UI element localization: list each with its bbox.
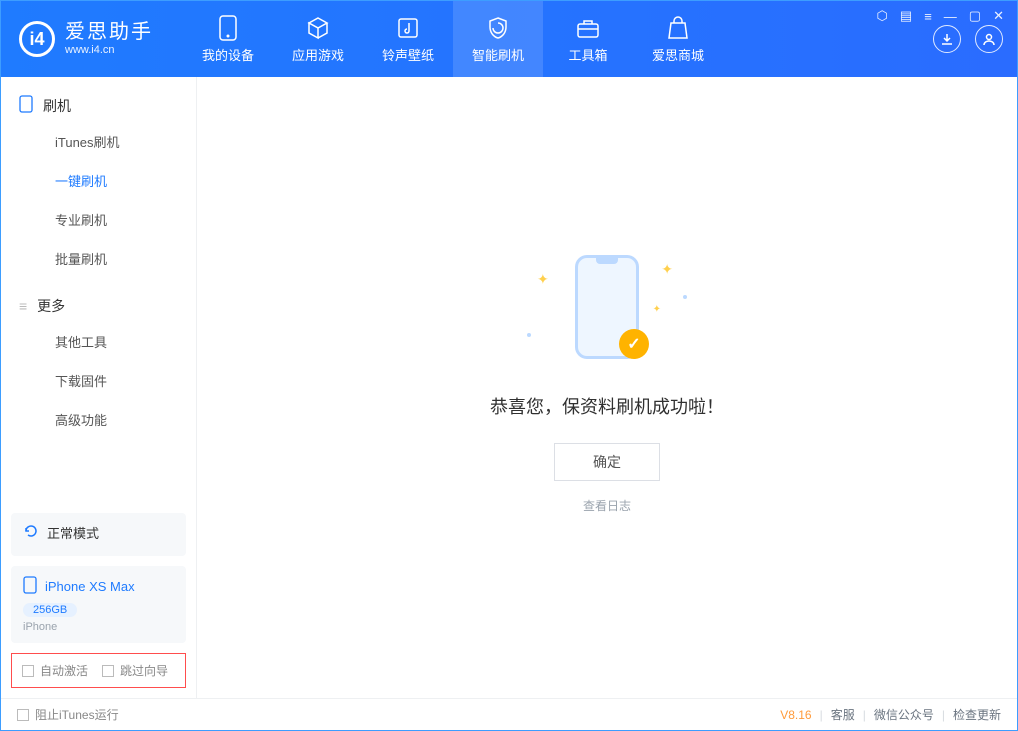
phone-icon — [19, 95, 33, 116]
window-controls: ⬡ ▤ ≡ — ▢ ✕ — [877, 8, 1004, 24]
highlighted-options: 自动激活 跳过向导 — [11, 653, 186, 688]
ok-button[interactable]: 确定 — [554, 443, 660, 481]
footer-link-support[interactable]: 客服 — [831, 706, 855, 723]
account-button[interactable] — [975, 25, 1003, 53]
download-button[interactable] — [933, 25, 961, 53]
view-log-link[interactable]: 查看日志 — [583, 497, 631, 514]
main-content: ✦ ✦ ✦ ✓ 恭喜您，保资料刷机成功啦！ 确定 查看日志 — [197, 77, 1017, 698]
more-icon: ≡ — [19, 298, 27, 314]
check-badge-icon: ✓ — [619, 329, 649, 359]
success-message: 恭喜您，保资料刷机成功啦！ — [490, 393, 724, 419]
success-illustration: ✦ ✦ ✦ ✓ — [527, 247, 687, 367]
list-icon[interactable]: ▤ — [900, 8, 912, 24]
sidebar: 刷机 iTunes刷机 一键刷机 专业刷机 批量刷机 ≡ 更多 其他工具 下载固… — [1, 77, 197, 698]
mode-label: 正常模式 — [47, 523, 99, 542]
sparkle-icon: ✦ — [661, 261, 673, 278]
sidebar-item-advanced[interactable]: 高级功能 — [1, 400, 196, 439]
app-logo: i4 爱思助手 www.i4.cn — [19, 21, 153, 57]
nav-device[interactable]: 我的设备 — [183, 1, 273, 77]
menu-icon[interactable]: ≡ — [924, 9, 932, 24]
shirt-icon[interactable]: ⬡ — [877, 8, 888, 24]
logo-icon: i4 — [19, 21, 55, 57]
sidebar-section-flash: 刷机 — [1, 95, 196, 122]
toolbox-icon — [575, 15, 601, 41]
cube-icon — [305, 15, 331, 41]
device-icon — [215, 15, 241, 41]
checkbox-skip-guide[interactable]: 跳过向导 — [102, 662, 168, 679]
title-bar: ⬡ ▤ ≡ — ▢ ✕ i4 爱思助手 www.i4.cn 我的设备 应用游戏 … — [1, 1, 1017, 77]
app-name: 爱思助手 — [65, 21, 153, 44]
nav-store[interactable]: 爱思商城 — [633, 1, 723, 77]
nav-toolbox[interactable]: 工具箱 — [543, 1, 633, 77]
checkbox-block-itunes[interactable]: 阻止iTunes运行 — [17, 706, 119, 723]
sidebar-section-more: ≡ 更多 — [1, 296, 196, 322]
device-small-icon — [23, 576, 37, 597]
sidebar-item-oneclick-flash[interactable]: 一键刷机 — [1, 161, 196, 200]
sparkle-icon: ✦ — [653, 304, 661, 315]
device-card[interactable]: iPhone XS Max 256GB iPhone — [11, 566, 186, 643]
bag-icon — [665, 15, 691, 41]
version-label: V8.16 — [780, 708, 811, 722]
sidebar-item-download-firmware[interactable]: 下载固件 — [1, 361, 196, 400]
sidebar-item-batch-flash[interactable]: 批量刷机 — [1, 239, 196, 278]
top-right-actions — [933, 25, 1003, 53]
minimize-button[interactable]: — — [944, 9, 957, 24]
status-bar: 阻止iTunes运行 V8.16 | 客服 | 微信公众号 | 检查更新 — [1, 698, 1017, 730]
sidebar-item-pro-flash[interactable]: 专业刷机 — [1, 200, 196, 239]
app-url: www.i4.cn — [65, 44, 153, 57]
sidebar-item-other-tools[interactable]: 其他工具 — [1, 322, 196, 361]
main-nav: 我的设备 应用游戏 铃声壁纸 智能刷机 工具箱 爱思商城 — [183, 1, 723, 77]
mode-card[interactable]: 正常模式 — [11, 513, 186, 556]
checkbox-auto-activate[interactable]: 自动激活 — [22, 662, 88, 679]
device-capacity: 256GB — [23, 603, 77, 617]
nav-ringtone[interactable]: 铃声壁纸 — [363, 1, 453, 77]
maximize-button[interactable]: ▢ — [969, 8, 981, 24]
close-button[interactable]: ✕ — [993, 8, 1004, 24]
footer-link-update[interactable]: 检查更新 — [953, 706, 1001, 723]
footer-link-wechat[interactable]: 微信公众号 — [874, 706, 934, 723]
sparkle-icon: ✦ — [537, 271, 549, 288]
shield-icon — [485, 15, 511, 41]
nav-apps[interactable]: 应用游戏 — [273, 1, 363, 77]
music-icon — [395, 15, 421, 41]
nav-flash[interactable]: 智能刷机 — [453, 1, 543, 77]
device-name: iPhone XS Max — [45, 579, 135, 594]
device-type: iPhone — [23, 621, 174, 633]
refresh-icon — [23, 523, 39, 542]
sidebar-item-itunes-flash[interactable]: iTunes刷机 — [1, 122, 196, 161]
